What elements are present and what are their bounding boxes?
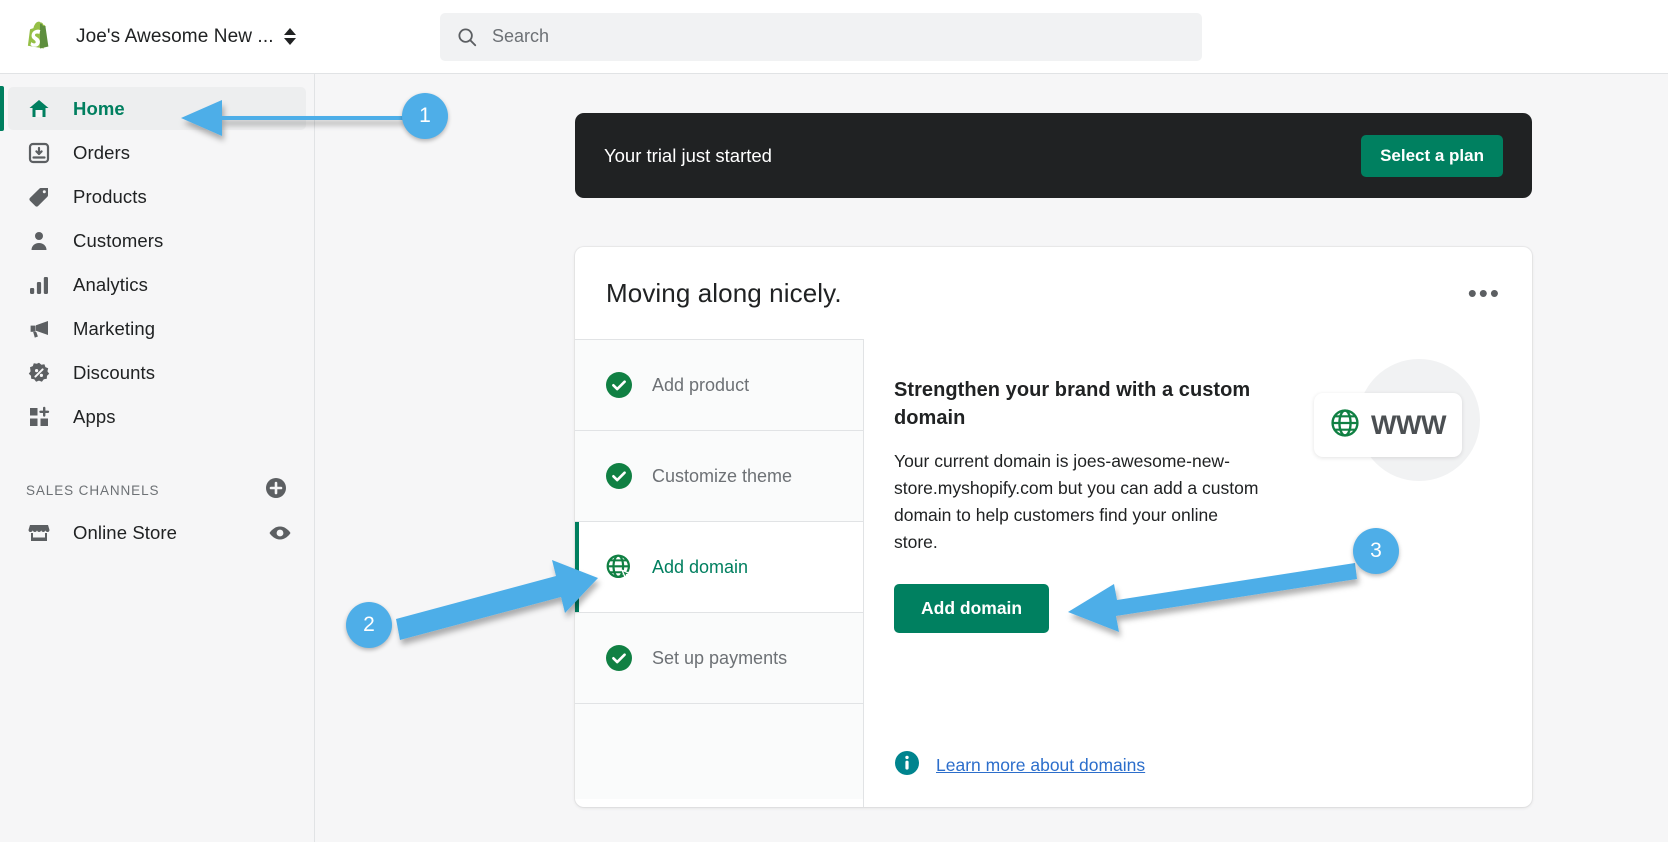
annotation-badge-3: 3	[1353, 528, 1399, 574]
checklist-filler	[575, 704, 863, 799]
checklist-item-set-up-payments[interactable]: Set up payments	[575, 613, 863, 704]
sidebar-item-label: Products	[73, 185, 147, 207]
sidebar-item-products[interactable]: Products	[8, 175, 306, 218]
setup-guide-card: Moving along nicely. ••• Add product Cus…	[575, 247, 1532, 807]
select-a-plan-button[interactable]: Select a plan	[1361, 134, 1503, 177]
plus-circle-icon[interactable]	[264, 476, 288, 505]
trial-banner-text: Your trial just started	[604, 144, 772, 166]
sidebar-item-marketing[interactable]: Marketing	[8, 307, 306, 350]
sales-channels-title: SALES CHANNELS	[26, 483, 160, 498]
annotation-badge-2: 2	[346, 602, 392, 648]
setup-card-title: Moving along nicely.	[606, 277, 842, 308]
sidebar: Home Orders Products Customers Analytics…	[0, 74, 315, 842]
brand-area[interactable]: Joe's Awesome New ...	[0, 19, 315, 55]
search-box[interactable]	[440, 12, 1202, 61]
checklist-item-add-product[interactable]: Add product	[575, 340, 863, 431]
learn-more-row: Learn more about domains	[894, 750, 1145, 781]
sidebar-item-label: Apps	[73, 405, 116, 427]
top-bar: Joe's Awesome New ...	[0, 0, 1668, 74]
search-input[interactable]	[492, 26, 1152, 47]
sidebar-item-orders[interactable]: Orders	[8, 131, 306, 174]
checklist-item-label: Add product	[652, 374, 750, 395]
checklist-item-add-domain[interactable]: Add domain	[575, 522, 863, 613]
sidebar-item-label: Marketing	[73, 317, 156, 339]
checklist-item-label: Add domain	[652, 556, 749, 577]
eye-view-icon[interactable]	[268, 521, 292, 545]
learn-more-about-domains-link[interactable]: Learn more about domains	[936, 755, 1145, 776]
add-domain-button[interactable]: Add domain	[894, 584, 1050, 634]
apps-grid-plus-icon	[26, 404, 52, 430]
sidebar-item-analytics[interactable]: Analytics	[8, 263, 306, 306]
setup-checklist: Add product Customize theme Add domain S…	[575, 339, 864, 807]
sidebar-item-home[interactable]: Home	[0, 86, 306, 131]
sidebar-item-apps[interactable]: Apps	[8, 395, 306, 438]
search-icon	[458, 27, 477, 46]
home-icon	[26, 96, 52, 122]
sidebar-item-label: Home	[73, 97, 125, 119]
sidebar-item-label: Orders	[73, 141, 131, 163]
store-switcher-icon[interactable]	[283, 28, 296, 45]
shopify-bag-logo	[27, 21, 49, 49]
marketing-megaphone-icon	[26, 316, 52, 342]
detail-body-text: Your current domain is joes-awesome-new-…	[894, 450, 1259, 553]
check-circle-icon	[605, 371, 633, 399]
annotation-badge-1: 1	[402, 93, 448, 139]
sidebar-item-label: Discounts	[73, 361, 156, 383]
customer-person-icon	[26, 228, 52, 254]
sidebar-item-label: Online Store	[73, 521, 178, 543]
discount-percent-icon	[26, 360, 52, 386]
setup-detail-panel: Strengthen your brand with a custom doma…	[864, 339, 1532, 807]
shopify-admin-screen: Joe's Awesome New ... Home	[0, 0, 1668, 842]
setup-card-body: Add product Customize theme Add domain S…	[575, 339, 1532, 807]
sidebar-item-customers[interactable]: Customers	[8, 219, 306, 262]
storefront-icon	[26, 520, 52, 546]
illustration-label: WWW	[1371, 409, 1446, 440]
sidebar-item-label: Customers	[73, 229, 164, 251]
checklist-item-label: Set up payments	[652, 647, 788, 668]
check-circle-icon	[605, 462, 633, 490]
trial-banner: Your trial just started Select a plan	[575, 113, 1532, 198]
store-name: Joe's Awesome New ...	[76, 25, 274, 47]
sales-channels-header: SALES CHANNELS	[26, 476, 288, 505]
sidebar-item-online-store[interactable]: Online Store	[8, 511, 306, 554]
product-tag-icon	[26, 184, 52, 210]
search-area	[440, 12, 1202, 61]
globe-icon	[605, 553, 633, 581]
analytics-bars-icon	[26, 272, 52, 298]
ellipsis-icon[interactable]: •••	[1468, 280, 1501, 306]
setup-card-header: Moving along nicely. •••	[575, 247, 1532, 339]
info-circle-icon	[894, 750, 920, 781]
detail-heading: Strengthen your brand with a custom doma…	[894, 379, 1251, 430]
checklist-item-customize-theme[interactable]: Customize theme	[575, 431, 863, 522]
checklist-item-label: Customize theme	[652, 465, 793, 486]
check-circle-icon	[605, 644, 633, 672]
globe-icon	[1330, 408, 1360, 443]
sidebar-item-discounts[interactable]: Discounts	[8, 351, 306, 394]
main-content: Your trial just started Select a plan Mo…	[316, 74, 1668, 842]
sidebar-item-label: Analytics	[73, 273, 148, 295]
illustration-chip: WWW	[1314, 393, 1462, 457]
www-illustration: WWW	[1306, 359, 1496, 489]
orders-inbox-icon	[26, 140, 52, 166]
